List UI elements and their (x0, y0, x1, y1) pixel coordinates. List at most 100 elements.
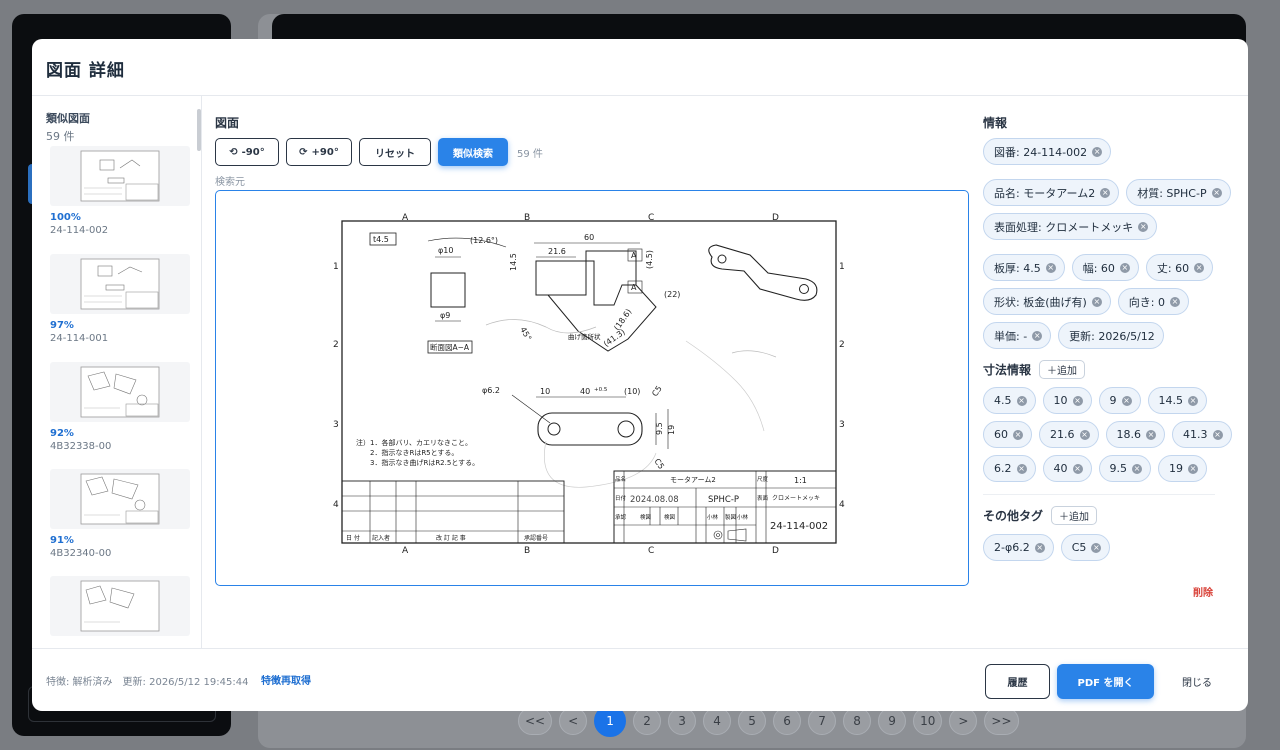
info-chip[interactable]: 形状: 板金(曲げ有) × (983, 288, 1111, 315)
remove-icon[interactable]: × (1212, 429, 1223, 440)
rotate-right-button[interactable]: ⟳ +90° (286, 138, 352, 166)
dim-chip[interactable]: 40 × (1042, 455, 1092, 482)
history-button[interactable]: 履歴 (985, 664, 1050, 699)
remove-icon[interactable]: × (1170, 296, 1180, 307)
close-button[interactable]: 閉じる (1162, 664, 1232, 699)
remove-icon[interactable]: × (1091, 296, 1102, 307)
remove-icon[interactable]: × (1072, 463, 1083, 474)
remove-icon[interactable]: × (1194, 262, 1205, 273)
dim-chip[interactable]: 10 × (1042, 387, 1092, 414)
remove-icon[interactable]: × (1100, 187, 1111, 198)
page-prev-button[interactable]: < (559, 707, 588, 735)
section-label: 断面図A−A (430, 342, 470, 352)
drawing-viewer[interactable]: A B C D A B C D 1 2 3 4 1 2 3 4 t4.5 φ10… (215, 190, 969, 586)
page-button[interactable]: 2 (633, 707, 662, 735)
info-chip[interactable]: 表面処理: クロメートメッキ × (983, 213, 1158, 240)
dim-chip[interactable]: 6.2 × (983, 455, 1036, 482)
remove-icon[interactable]: × (1034, 542, 1045, 553)
page-button[interactable]: 8 (843, 707, 872, 735)
remove-icon[interactable]: × (1138, 221, 1149, 232)
page-button[interactable]: 4 (703, 707, 732, 735)
similar-count: 59 件 (46, 130, 75, 143)
tag-chip[interactable]: 2-φ6.2 × (983, 534, 1054, 561)
info-chip[interactable]: 幅: 60 × (1071, 254, 1139, 281)
page-next-button[interactable]: > (949, 707, 978, 735)
dim-chip[interactable]: 60 × (983, 421, 1032, 448)
add-dimension-button[interactable]: ＋追加 (1039, 360, 1086, 379)
info-chip[interactable]: 図番: 24-114-002 × (983, 138, 1112, 165)
remove-icon[interactable]: × (1016, 395, 1027, 406)
dim-label: 40 (580, 387, 590, 396)
tag-chip[interactable]: C5 × (1060, 534, 1111, 561)
col-marker: A (402, 546, 409, 556)
remove-icon[interactable]: × (1119, 262, 1130, 273)
remove-icon[interactable]: × (1092, 146, 1103, 157)
dim-chip[interactable]: 9.5 × (1098, 455, 1151, 482)
remove-icon[interactable]: × (1079, 429, 1090, 440)
remove-icon[interactable]: × (1072, 395, 1083, 406)
remove-icon[interactable]: × (1146, 429, 1156, 440)
page-button[interactable]: 6 (773, 707, 802, 735)
remove-icon[interactable]: × (1013, 429, 1023, 440)
page-button[interactable]: 9 (878, 707, 907, 735)
dim-chip[interactable]: 41.3 × (1172, 421, 1232, 448)
dim-chip[interactable]: 9 × (1098, 387, 1141, 414)
refresh-features-link[interactable]: 特徴再取得 (261, 672, 311, 687)
chip-label: 材質: SPHC-P (1137, 186, 1207, 200)
drawing-date: 2024.08.08 (630, 495, 679, 505)
info-chip[interactable]: 向き: 0 × (1117, 288, 1189, 315)
page-button[interactable]: 7 (808, 707, 837, 735)
chip-label: 表面処理: クロメートメッキ (994, 220, 1134, 234)
remove-icon[interactable]: × (1211, 187, 1222, 198)
similar-item[interactable]: 97% 24-114-001 (50, 254, 190, 344)
similar-drawings-panel[interactable]: 類似図面 59 件 100% 24-114-002 97% 24-114-001… (32, 96, 202, 648)
title-block-label: 品名 (615, 475, 626, 483)
revision-header: 日 付 (346, 534, 360, 542)
remove-icon[interactable]: × (1132, 463, 1142, 474)
similar-item[interactable]: 92% 4B32338-00 (50, 362, 190, 452)
chip-label: 9.5 (1109, 462, 1128, 475)
dim-chip[interactable]: 21.6 × (1039, 421, 1099, 448)
dim-label: 21.6 (548, 247, 566, 256)
open-pdf-button[interactable]: PDF を開く (1057, 664, 1154, 699)
page-last-button[interactable]: >> (984, 707, 1019, 735)
chip-label: 品名: モータアーム2 (994, 186, 1096, 200)
info-chip[interactable]: 更新: 2026/5/12 (1058, 322, 1164, 349)
similar-title: 類似図面 (46, 112, 90, 125)
info-chip[interactable]: 材質: SPHC-P × (1126, 179, 1231, 206)
col-marker: D (772, 546, 779, 556)
page-button[interactable]: 5 (738, 707, 767, 735)
dim-chip[interactable]: 18.6 × (1105, 421, 1165, 448)
remove-icon[interactable]: × (1121, 395, 1132, 406)
reset-button[interactable]: リセット (359, 138, 431, 166)
chip-label: 丈: 60 (1156, 261, 1190, 275)
remove-icon[interactable]: × (1016, 463, 1027, 474)
dim-chip[interactable]: 19 × (1158, 455, 1207, 482)
dim-chip[interactable]: 14.5 × (1147, 387, 1207, 414)
dim-chip[interactable]: 4.5 × (983, 387, 1036, 414)
add-tag-button[interactable]: ＋追加 (1051, 506, 1098, 525)
similar-scrollbar[interactable] (197, 109, 201, 151)
similar-search-button[interactable]: 類似検索 (438, 138, 508, 166)
chip-label: 向き: 0 (1128, 295, 1165, 309)
dims-header: 寸法情報 ＋追加 (983, 360, 1086, 379)
col-marker: C (648, 213, 654, 223)
remove-icon[interactable]: × (1188, 463, 1198, 474)
page-button[interactable]: 3 (668, 707, 697, 735)
info-chip[interactable]: 丈: 60 × (1145, 254, 1214, 281)
info-chip[interactable]: 板厚: 4.5 × (983, 254, 1065, 281)
remove-icon[interactable]: × (1188, 395, 1198, 406)
row-marker: 1 (333, 262, 339, 272)
info-chip[interactable]: 単価: - × (983, 322, 1052, 349)
rotate-left-button[interactable]: ⟲ -90° (215, 138, 279, 166)
page-first-button[interactable]: << (518, 707, 553, 735)
page-button[interactable]: 10 (913, 707, 943, 735)
similar-item[interactable]: 91% 4B32340-00 (50, 469, 190, 559)
remove-icon[interactable]: × (1091, 542, 1102, 553)
delete-link[interactable]: 削除 (1193, 584, 1213, 599)
similar-item[interactable]: 100% 24-114-002 (50, 146, 190, 236)
similar-item[interactable] (50, 576, 190, 636)
remove-icon[interactable]: × (1045, 262, 1056, 273)
remove-icon[interactable]: × (1032, 330, 1043, 341)
info-chip[interactable]: 品名: モータアーム2 × (983, 179, 1120, 206)
